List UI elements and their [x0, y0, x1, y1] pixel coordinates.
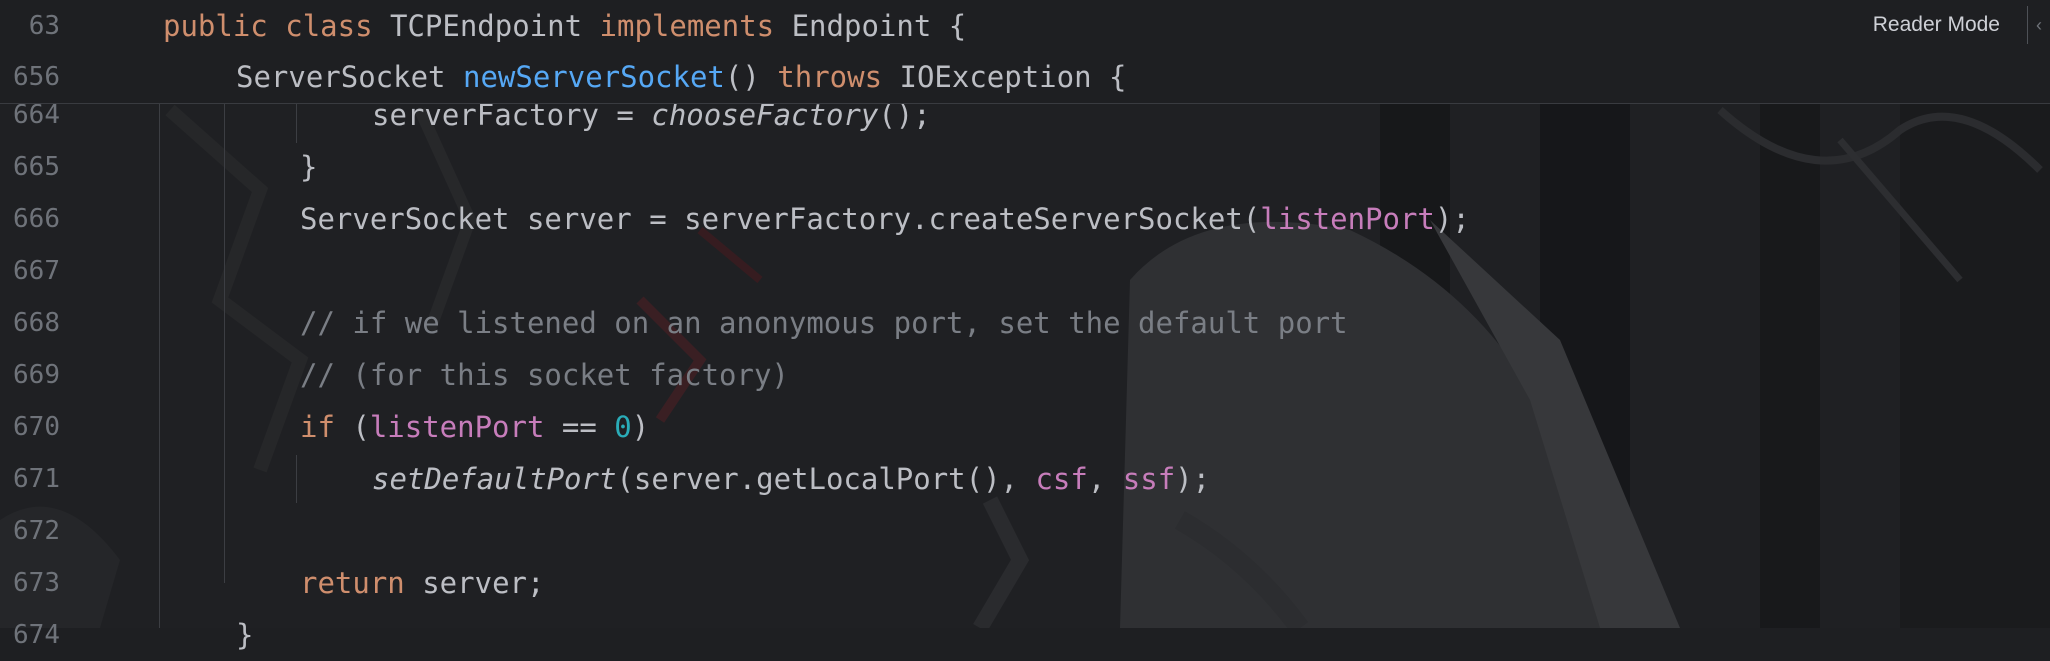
indent-guide: [159, 103, 160, 628]
code-line[interactable]: 665}: [0, 141, 2050, 193]
editor-edge-button[interactable]: ‹: [2027, 6, 2050, 44]
code-text[interactable]: // if we listened on an anonymous port, …: [300, 297, 1348, 349]
code-line[interactable]: 672: [0, 505, 2050, 557]
code-token: );: [1434, 202, 1470, 236]
code-token: ServerSocket: [236, 60, 463, 94]
code-token: implements: [599, 9, 775, 43]
code-token: ssf: [1122, 462, 1176, 496]
line-number[interactable]: 673: [0, 557, 60, 609]
code-token: (server.getLocalPort(),: [616, 462, 1036, 496]
code-token: // (for this socket factory): [300, 358, 789, 392]
code-token: );: [1175, 462, 1211, 496]
code-text[interactable]: if (listenPort == 0): [300, 401, 649, 453]
line-number[interactable]: 63: [0, 0, 60, 52]
code-token: (: [334, 410, 370, 444]
code-line[interactable]: 674}: [0, 609, 2050, 661]
line-number[interactable]: 674: [0, 609, 60, 661]
line-number[interactable]: 665: [0, 141, 60, 193]
sticky-line[interactable]: 63 public class TCPEndpoint implements En…: [0, 0, 2050, 52]
code-line[interactable]: 666 ServerSocket server = serverFactory.c…: [0, 193, 2050, 245]
code-token: csf: [1035, 462, 1088, 496]
code-line[interactable]: 670 if (listenPort == 0): [0, 401, 2050, 453]
code-text[interactable]: public class TCPEndpoint implements Endp…: [163, 0, 966, 52]
line-number[interactable]: 671: [0, 453, 60, 505]
code-token: ServerSocket server = serverFactory.crea…: [300, 202, 1261, 236]
indent-guide: [224, 103, 225, 583]
code-token: public: [163, 9, 268, 43]
code-token: return: [300, 566, 405, 600]
indent-guide: [296, 103, 297, 143]
code-token: }: [300, 150, 318, 184]
code-text[interactable]: ServerSocket newServerSocket() throws IO…: [236, 51, 1126, 103]
code-token: setDefaultPort: [372, 462, 617, 496]
sticky-scroll-header[interactable]: 63 public class TCPEndpoint implements En…: [0, 0, 2050, 104]
code-line[interactable]: 669 // (for this socket factory): [0, 349, 2050, 401]
code-token: class: [285, 9, 373, 43]
code-text[interactable]: setDefaultPort(server.getLocalPort(), cs…: [372, 453, 1210, 505]
code-line[interactable]: 667: [0, 245, 2050, 297]
code-text[interactable]: }: [236, 609, 253, 661]
line-number[interactable]: 669: [0, 349, 60, 401]
code-text[interactable]: // (for this socket factory): [300, 349, 789, 401]
code-text[interactable]: return server;: [300, 557, 544, 609]
code-token: ==: [544, 410, 615, 444]
code-token: listenPort: [369, 410, 545, 444]
indent-guide: [296, 455, 297, 503]
code-token: 0: [614, 410, 632, 444]
code-line[interactable]: 673 return server;: [0, 557, 2050, 609]
code-editor[interactable]: 664 serverFactory = chooseFactory(); 665} 6…: [0, 0, 2050, 652]
code-token: // if we listened on an anonymous port, …: [300, 306, 1348, 340]
line-number[interactable]: 666: [0, 193, 60, 245]
code-token: }: [236, 618, 254, 652]
line-number[interactable]: 656: [0, 51, 60, 103]
sticky-line[interactable]: 656 ServerSocket newServerSocket() throws…: [0, 51, 2050, 103]
code-token: TCPEndpoint: [372, 9, 600, 43]
line-number[interactable]: 668: [0, 297, 60, 349]
code-line[interactable]: 668 // if we listened on an anonymous por…: [0, 297, 2050, 349]
code-token: ,: [1087, 462, 1123, 496]
code-token: Endpoint {: [774, 9, 967, 43]
code-token: listenPort: [1260, 202, 1435, 236]
line-number[interactable]: 670: [0, 401, 60, 453]
code-token: (): [724, 60, 778, 94]
code-token: throws: [777, 60, 883, 94]
code-line[interactable]: 671 setDefaultPort(server.getLocalPort(),…: [0, 453, 2050, 505]
line-number[interactable]: 672: [0, 505, 60, 557]
code-text[interactable]: ServerSocket server = serverFactory.crea…: [300, 193, 1470, 245]
code-text[interactable]: }: [300, 141, 317, 193]
code-token: server;: [404, 566, 545, 600]
code-token: newServerSocket: [462, 60, 725, 94]
code-token: if: [300, 410, 335, 444]
code-token: ): [631, 410, 650, 444]
line-number[interactable]: 667: [0, 245, 60, 297]
code-token: IOException {: [882, 60, 1127, 94]
reader-mode-button[interactable]: Reader Mode: [1873, 8, 2000, 42]
